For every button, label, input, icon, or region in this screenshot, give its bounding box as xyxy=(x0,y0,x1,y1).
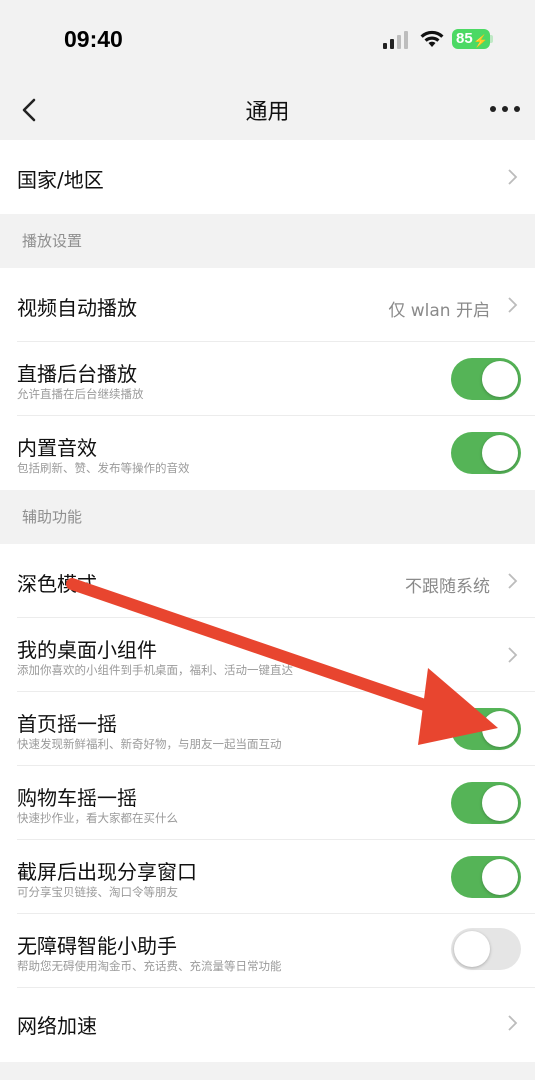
toggle-cart-shake[interactable] xyxy=(451,782,521,824)
row-network-boost[interactable]: 网络加速 xyxy=(0,988,535,1062)
section-header-playback: 播放设置 xyxy=(0,214,535,268)
battery-cap xyxy=(490,35,493,43)
row-subtitle: 包括刷新、赞、发布等操作的音效 xyxy=(17,461,190,475)
dot xyxy=(490,106,496,112)
chevron-right-icon xyxy=(508,647,518,663)
chevron-right-icon xyxy=(508,573,518,589)
row-subtitle: 快速抄作业，看大家都在买什么 xyxy=(17,811,178,825)
wifi-icon xyxy=(420,30,444,47)
row-title: 视频自动播放 xyxy=(17,296,137,320)
row-accessibility-assistant: 无障碍智能小助手 帮助您无碍使用淘金币、充话费、充流量等日常功能 xyxy=(0,914,535,988)
row-video-autoplay[interactable]: 视频自动播放 仅 wlan 开启 xyxy=(0,268,535,342)
row-subtitle: 可分享宝贝链接、淘口令等朋友 xyxy=(17,885,178,899)
toggle-live-background[interactable] xyxy=(451,358,521,400)
toggle-screenshot-share[interactable] xyxy=(451,856,521,898)
row-title: 我的桌面小组件 xyxy=(17,638,157,662)
row-title: 购物车摇一摇 xyxy=(17,786,137,810)
chevron-right-icon xyxy=(508,169,518,185)
toggle-knob xyxy=(454,931,490,967)
row-title: 深色模式 xyxy=(17,572,97,596)
row-live-background: 直播后台播放 允许直播在后台继续播放 xyxy=(0,342,535,416)
battery-level: 85 xyxy=(456,30,473,47)
section-label: 播放设置 xyxy=(22,232,83,250)
bottom-spacer xyxy=(0,1062,535,1080)
row-title: 网络加速 xyxy=(17,1014,97,1038)
row-title: 直播后台播放 xyxy=(17,362,137,386)
more-dots-icon[interactable] xyxy=(488,100,522,120)
battery-icon: 85 ⚡ xyxy=(452,29,490,49)
section-label: 辅助功能 xyxy=(22,508,83,526)
row-title: 内置音效 xyxy=(17,436,97,460)
toggle-accessibility-assistant[interactable] xyxy=(451,928,521,970)
status-time: 09:40 xyxy=(64,26,123,52)
row-title: 国家/地区 xyxy=(17,168,104,192)
row-cart-shake: 购物车摇一摇 快速抄作业，看大家都在买什么 xyxy=(0,766,535,840)
row-title: 无障碍智能小助手 xyxy=(17,934,177,958)
status-bar: 09:40 85 ⚡ xyxy=(0,0,535,80)
chevron-right-icon xyxy=(508,1015,518,1031)
toggle-home-shake[interactable] xyxy=(451,708,521,750)
row-title: 截屏后出现分享窗口 xyxy=(17,860,197,884)
row-value: 不跟随系统 xyxy=(405,577,490,597)
row-subtitle: 添加你喜欢的小组件到手机桌面，福利、活动一键直达 xyxy=(17,663,293,677)
row-subtitle: 快速发现新鲜福利、新奇好物，与朋友一起当面互动 xyxy=(17,737,282,751)
row-sound-effects: 内置音效 包括刷新、赞、发布等操作的音效 xyxy=(0,416,535,490)
row-value: 仅 wlan 开启 xyxy=(388,301,490,321)
row-title: 首页摇一摇 xyxy=(17,712,117,736)
row-home-shake: 首页摇一摇 快速发现新鲜福利、新奇好物，与朋友一起当面互动 xyxy=(0,692,535,766)
toggle-knob xyxy=(482,859,518,895)
row-subtitle: 允许直播在后台继续播放 xyxy=(17,387,144,401)
row-region[interactable]: 国家/地区 xyxy=(0,140,535,214)
toggle-knob xyxy=(482,435,518,471)
dot xyxy=(514,106,520,112)
charging-bolt-icon: ⚡ xyxy=(473,34,488,48)
toggle-knob xyxy=(482,711,518,747)
row-screenshot-share: 截屏后出现分享窗口 可分享宝贝链接、淘口令等朋友 xyxy=(0,840,535,914)
row-desktop-widget[interactable]: 我的桌面小组件 添加你喜欢的小组件到手机桌面，福利、活动一键直达 xyxy=(0,618,535,692)
signal-icon xyxy=(383,31,408,49)
chevron-right-icon xyxy=(508,297,518,313)
toggle-sound-effects[interactable] xyxy=(451,432,521,474)
nav-bar: 通用 xyxy=(0,80,535,140)
dot xyxy=(502,106,508,112)
toggle-knob xyxy=(482,785,518,821)
page-title: 通用 xyxy=(245,100,290,125)
row-dark-mode[interactable]: 深色模式 不跟随系统 xyxy=(0,544,535,618)
section-header-accessibility: 辅助功能 xyxy=(0,490,535,544)
toggle-knob xyxy=(482,361,518,397)
row-subtitle: 帮助您无碍使用淘金币、充话费、充流量等日常功能 xyxy=(17,959,282,973)
